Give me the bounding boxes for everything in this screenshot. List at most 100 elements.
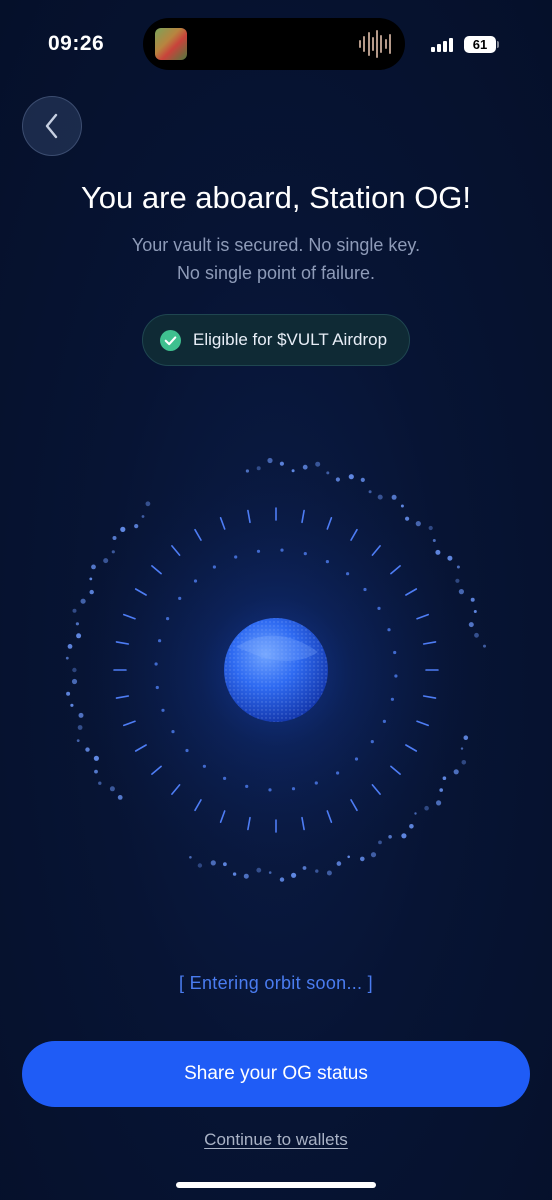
orbit-dot: [268, 871, 272, 874]
orbit-inner-dot: [354, 757, 359, 761]
orbit-dot: [78, 712, 84, 718]
orbit-dot: [117, 795, 123, 800]
orbit-inner-dot: [268, 788, 272, 792]
airdrop-eligibility-badge: Eligible for $VULT Airdrop: [142, 314, 410, 366]
orbit-dot: [80, 598, 86, 604]
orbit-inner-dot: [387, 628, 391, 632]
orbit-dot: [360, 856, 365, 862]
orbit-dot: [474, 632, 479, 638]
orbit-dot: [414, 812, 417, 815]
orbit-inner-dot: [202, 764, 206, 768]
orbit-dot: [315, 461, 321, 467]
orbit-dot: [89, 589, 94, 595]
orbit-dot: [112, 536, 117, 540]
cellular-signal-icon: [431, 38, 455, 52]
orbit-inner-dot: [158, 639, 162, 643]
orbit-dot: [76, 633, 82, 639]
orbit-dot: [120, 526, 126, 532]
orbit-dot: [103, 558, 109, 564]
orbit-dot: [94, 769, 98, 774]
orbit-inner-dot: [155, 685, 159, 690]
orbit-inner-dot: [166, 617, 170, 621]
orbit-inner-dot: [370, 740, 374, 744]
check-circle-icon: [160, 330, 181, 351]
orbit-status-text: [ Entering orbit soon... ]: [179, 973, 373, 993]
orbit-dot: [468, 622, 474, 628]
orbit-dot: [75, 622, 79, 626]
subtitle-line-1: Your vault is secured. No single key.: [131, 235, 421, 255]
orbit-dot: [72, 667, 77, 673]
orbit-inner-dot: [154, 662, 158, 666]
page-subtitle: Your vault is secured. No single key. No…: [56, 231, 496, 287]
orbit-dot: [291, 872, 297, 878]
orbit-inner-dot: [303, 552, 307, 556]
orbit-dot: [141, 515, 145, 518]
orbit-dot: [85, 747, 90, 752]
orbit-dot: [461, 760, 467, 765]
onboarding-screen: 09:26 61 You are aboard, Station OG! You…: [0, 0, 552, 1200]
orbit-inner-dot: [161, 708, 165, 712]
orbit-inner-dot: [256, 549, 261, 553]
battery-tip: [497, 41, 499, 48]
orbit-dot: [302, 866, 307, 870]
orbit-dot: [66, 691, 71, 696]
orbit-inner-dot: [178, 596, 182, 600]
audio-waveform-icon: [359, 30, 391, 58]
orbit-inner-dot: [390, 697, 394, 701]
orbit-dot: [463, 735, 469, 740]
orbit-dot: [98, 781, 102, 785]
orbit-dot: [470, 597, 475, 602]
orbit-dot: [409, 824, 414, 829]
orbit-inner-dot: [245, 784, 249, 788]
orbit-dot: [456, 565, 460, 569]
orbit-inner-dot: [363, 587, 367, 592]
orbit-inner-dot: [280, 548, 284, 552]
orbit-dot: [291, 469, 295, 473]
orbit-dot: [71, 678, 78, 685]
orbit-dot: [267, 457, 273, 464]
orbit-dot: [377, 494, 383, 500]
orbit-dot: [109, 786, 115, 792]
orbit-dot: [336, 861, 342, 866]
orbit-dot: [405, 516, 410, 521]
orbit-dot: [89, 577, 93, 581]
orbit-dot: [447, 555, 453, 561]
battery-icon: 61: [464, 36, 496, 53]
orbit-dot: [436, 800, 442, 806]
orbit-dot: [424, 805, 429, 811]
orbit-dot: [72, 608, 77, 613]
orbit-dot: [93, 755, 99, 761]
orbit-inner-dot: [223, 776, 227, 780]
orbit-dot: [243, 873, 249, 879]
continue-to-wallets-link[interactable]: Continue to wallets: [204, 1130, 348, 1149]
orbit-dot: [111, 550, 115, 554]
orbit-dot: [370, 852, 377, 858]
orbit-dot: [279, 461, 284, 466]
orbit-dot: [232, 872, 237, 876]
orbit-dot: [256, 867, 262, 873]
orbit-dot: [391, 494, 397, 500]
orbit-dot: [145, 501, 151, 507]
status-time: 09:26: [48, 32, 105, 55]
chevron-left-icon: [45, 113, 58, 139]
orbit-inner-dot: [394, 674, 398, 678]
back-button[interactable]: [22, 96, 82, 156]
orbit-dot: [326, 870, 332, 876]
orbit-dot: [388, 835, 392, 839]
share-og-status-button[interactable]: Share your OG status: [22, 1041, 530, 1107]
orbit-inner-dot: [393, 650, 397, 655]
orbit-dot: [67, 644, 73, 649]
orbit-dot: [315, 869, 319, 873]
orbit-dot: [458, 589, 464, 595]
now-playing-artwork: [155, 28, 187, 60]
orbit-dot: [326, 471, 330, 475]
orbit-inner-dot: [346, 572, 350, 576]
orbit-inner-dot: [171, 730, 175, 734]
orbit-dot: [483, 644, 486, 648]
orbit-dot: [453, 769, 459, 775]
orbit-dot: [473, 610, 477, 613]
orbit-dot: [415, 521, 421, 527]
orbit-dot: [134, 524, 139, 529]
orbit-illustration: [61, 457, 491, 887]
orbit-dot: [460, 747, 464, 750]
